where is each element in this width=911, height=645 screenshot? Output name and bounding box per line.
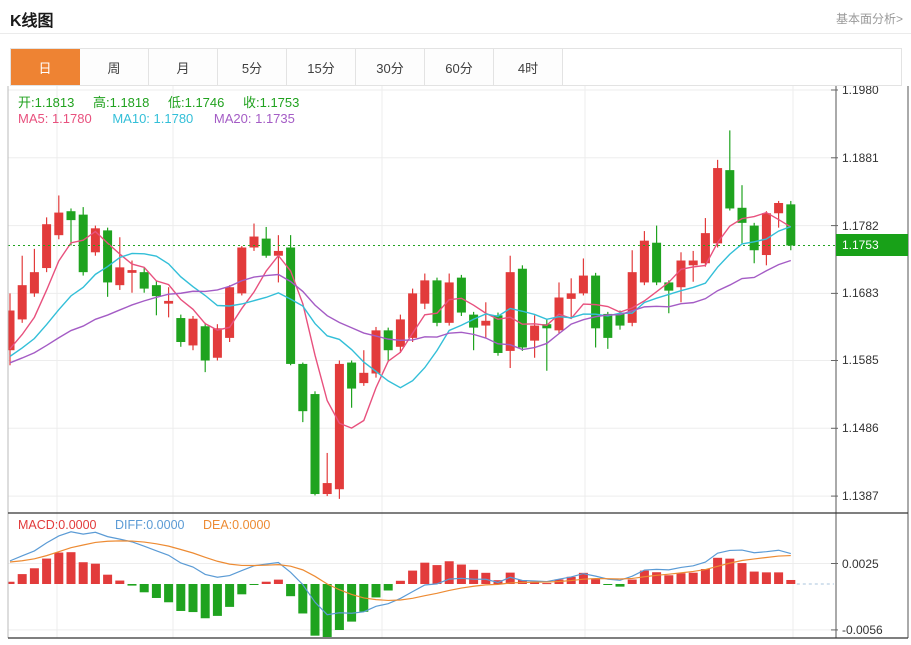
ohlc-close: 收:1.1753 xyxy=(243,95,299,110)
ma5-value: MA5: 1.1780 xyxy=(18,111,92,126)
tab-5分[interactable]: 5分 xyxy=(218,49,287,85)
macd-axis-tick: -0.0056 xyxy=(842,623,883,637)
price-axis-tick: 1.1486 xyxy=(842,421,879,435)
tab-15分[interactable]: 15分 xyxy=(287,49,356,85)
price-axis-tick: 1.1881 xyxy=(842,151,879,165)
ma10-value: MA10: 1.1780 xyxy=(112,111,193,126)
tab-日[interactable]: 日 xyxy=(11,49,80,85)
tab-60分[interactable]: 60分 xyxy=(425,49,494,85)
tab-30分[interactable]: 30分 xyxy=(356,49,425,85)
tab-4时[interactable]: 4时 xyxy=(494,49,563,85)
current-price-tag: 1.1753 xyxy=(836,234,908,256)
page-title: K线图 xyxy=(10,7,54,31)
diff-value: DIFF:0.0000 xyxy=(115,518,184,532)
ohlc-legend: 开:1.1813 高:1.1818 低:1.1746 收:1.1753 xyxy=(18,92,314,111)
ma20-value: MA20: 1.1735 xyxy=(214,111,295,126)
dea-value: DEA:0.0000 xyxy=(203,518,270,532)
ohlc-open: 开:1.1813 xyxy=(18,95,74,110)
ohlc-high: 高:1.1818 xyxy=(93,95,149,110)
macd-axis-tick: 0.0025 xyxy=(842,557,879,571)
ma-legend: MA5: 1.1780 MA10: 1.1780 MA20: 1.1735 xyxy=(18,111,312,126)
price-axis-tick: 1.1387 xyxy=(842,489,879,503)
price-axis-tick: 1.1683 xyxy=(842,286,879,300)
macd-legend: MACD:0.0000 DIFF:0.0000 DEA:0.0000 xyxy=(18,518,285,532)
ohlc-low: 低:1.1746 xyxy=(168,95,224,110)
tab-周[interactable]: 周 xyxy=(80,49,149,85)
page-header: K线图 基本面分析> xyxy=(0,0,911,34)
price-axis-tick: 1.1782 xyxy=(842,219,879,233)
price-axis-tick: 1.1585 xyxy=(842,353,879,367)
fundamental-analysis-link[interactable]: 基本面分析> xyxy=(836,10,903,27)
tab-月[interactable]: 月 xyxy=(149,49,218,85)
timeframe-tabbar: 日周月5分15分30分60分4时 xyxy=(10,48,902,86)
macd-value: MACD:0.0000 xyxy=(18,518,97,532)
